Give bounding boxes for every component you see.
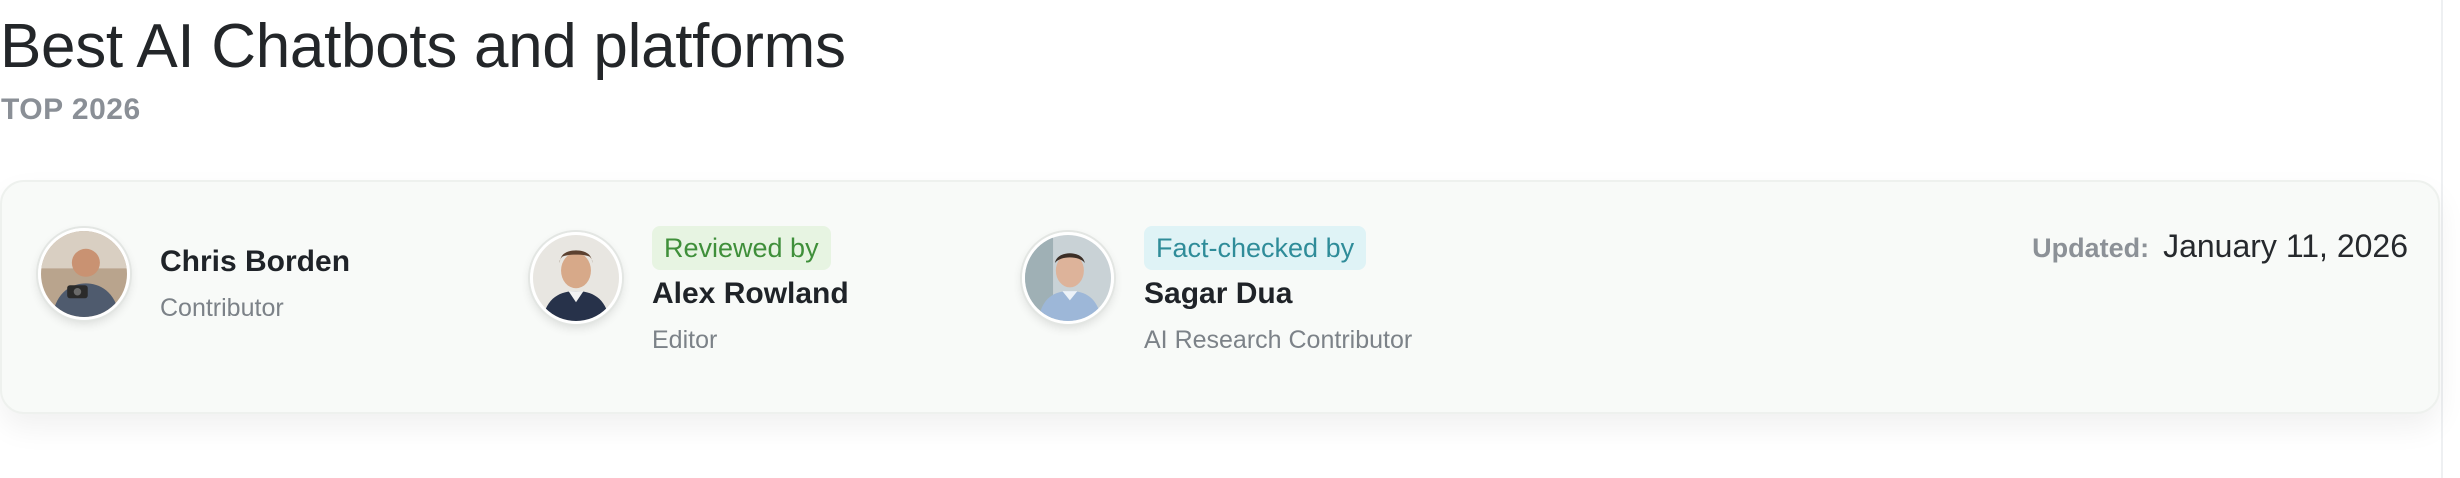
author-role: Contributor — [160, 294, 284, 322]
reviewer-name[interactable]: Alex Rowland — [652, 276, 849, 312]
fact-checked-by-badge: Fact-checked by — [1144, 226, 1367, 270]
reviewed-by-badge: Reviewed by — [652, 226, 831, 270]
author-avatar[interactable] — [38, 228, 130, 320]
page-edge-divider — [2441, 0, 2443, 478]
updated-date: January 11, 2026 — [2163, 228, 2408, 264]
fact-checker-role: AI Research Contributor — [1144, 326, 1413, 354]
fact-checker-block: Fact-checked by Sagar Dua AI Research Co… — [982, 182, 1542, 412]
reviewer-photo-icon — [533, 235, 619, 321]
reviewer-block: Reviewed by Alex Rowland Editor — [492, 182, 982, 412]
updated-label: Updated: — [2032, 233, 2150, 263]
page-subtitle: TOP 2026 — [1, 93, 141, 126]
reviewer-role: Editor — [652, 326, 718, 354]
page-title: Best AI Chatbots and platforms — [0, 12, 846, 81]
updated-info: Updated: January 11, 2026 — [2032, 228, 2408, 265]
author-name[interactable]: Chris Borden — [160, 244, 350, 280]
fact-checker-avatar[interactable] — [1022, 232, 1114, 324]
byline-card: Chris Borden Contributor Reviewed by Ale… — [0, 180, 2440, 414]
fact-checker-name[interactable]: Sagar Dua — [1144, 276, 1292, 312]
author-block: Chris Borden Contributor — [2, 182, 482, 412]
fact-checker-photo-icon — [1025, 235, 1111, 321]
reviewer-avatar[interactable] — [530, 232, 622, 324]
author-photo-icon — [41, 231, 127, 317]
